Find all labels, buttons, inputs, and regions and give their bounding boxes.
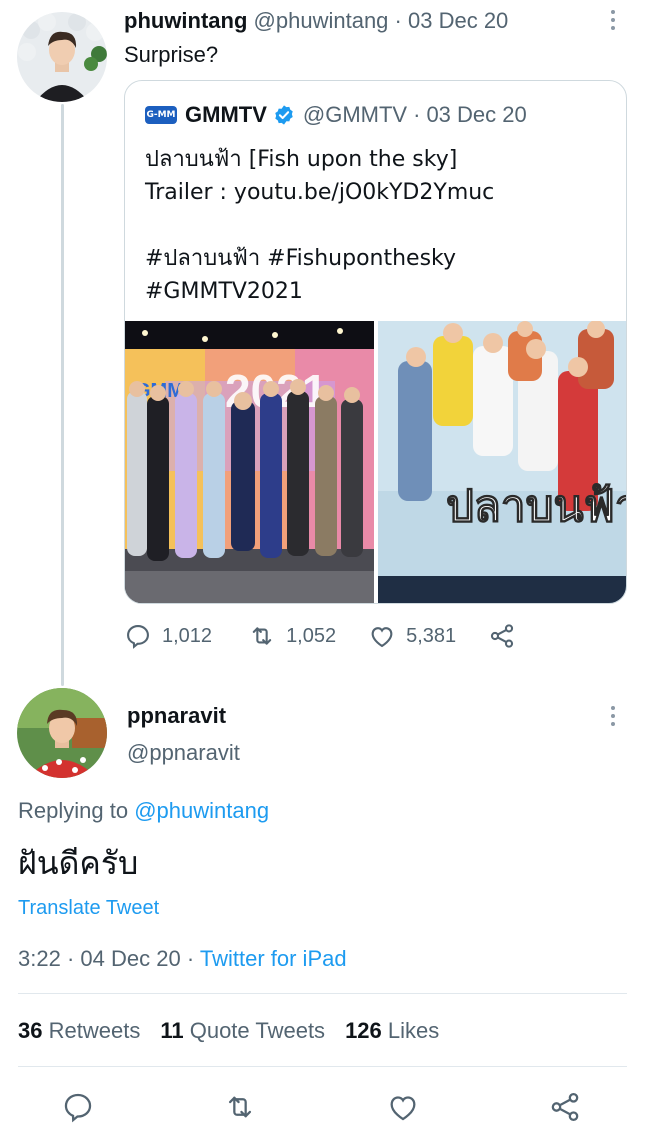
tweet2-stats: 36 Retweets 11 Quote Tweets 126 Likes bbox=[18, 1015, 439, 1047]
quote-body-text: ปลาบนฟ้า [Fish upon the sky] Trailer : y… bbox=[145, 147, 495, 304]
quote-media-poster[interactable]: ปลาบนฟ้า bbox=[378, 321, 627, 603]
share-action[interactable] bbox=[488, 622, 516, 650]
tweet1-separator: · bbox=[394, 8, 402, 33]
likes-stat[interactable]: 126 Likes bbox=[345, 1018, 439, 1043]
reply-button[interactable] bbox=[61, 1090, 95, 1124]
tweet1-date[interactable]: 03 Dec 20 bbox=[408, 8, 508, 33]
like-button[interactable] bbox=[386, 1090, 420, 1124]
tweet1-action-bar: 1,012 1,052 5,381 bbox=[124, 620, 516, 652]
retweet-icon bbox=[252, 627, 272, 645]
like-icon bbox=[371, 627, 393, 648]
tweet2-source[interactable]: Twitter for iPad bbox=[200, 946, 347, 971]
retweet-action[interactable]: 1,052 bbox=[248, 622, 336, 650]
tweet1-display-name[interactable]: phuwintang bbox=[124, 8, 247, 33]
quotes-label: Quote Tweets bbox=[189, 1018, 326, 1043]
more-icon[interactable] bbox=[603, 701, 623, 731]
reply-icon bbox=[64, 1093, 92, 1123]
poster-title-text: ปลาบนฟ้า bbox=[446, 481, 627, 532]
divider-bottom bbox=[18, 1066, 627, 1067]
replying-to-line: Replying to @phuwintang bbox=[18, 796, 269, 826]
quote-date[interactable]: 03 Dec 20 bbox=[426, 100, 526, 130]
reply-action[interactable]: 1,012 bbox=[124, 622, 212, 650]
divider-top bbox=[18, 993, 627, 994]
quote-header: G-MM GMMTV @GMMTV · 03 Dec 20 bbox=[145, 100, 527, 130]
likes-count: 126 bbox=[345, 1018, 382, 1043]
tweet2-text: ฝันดีครับ bbox=[18, 844, 139, 882]
tweet2-separator-2: · bbox=[186, 946, 195, 971]
quote-tweets-stat[interactable]: 11 Quote Tweets bbox=[160, 1018, 325, 1043]
more-icon[interactable] bbox=[603, 5, 623, 35]
tweet1-handle[interactable]: @phuwintang bbox=[254, 8, 389, 33]
replying-to-mention[interactable]: @phuwintang bbox=[134, 798, 269, 823]
tweet2-handle[interactable]: @ppnaravit bbox=[127, 738, 240, 768]
gmmtv-logo-avatar[interactable]: G-MM bbox=[145, 106, 177, 124]
avatar-phuwintang[interactable] bbox=[17, 12, 107, 102]
translate-tweet-link[interactable]: Translate Tweet bbox=[18, 894, 159, 922]
tweet2-action-bar bbox=[0, 1084, 647, 1125]
retweet-count: 1,052 bbox=[286, 624, 337, 647]
retweets-label: Retweets bbox=[48, 1018, 141, 1043]
share-icon bbox=[551, 1092, 579, 1122]
tweet2-time[interactable]: 3:22 bbox=[18, 946, 61, 971]
quoted-tweet-card[interactable]: G-MM GMMTV @GMMTV · 03 Dec 20 ปลาบนฟ้า [… bbox=[124, 80, 627, 604]
tweet2-date[interactable]: 04 Dec 20 bbox=[80, 946, 180, 971]
tweet1-header: phuwintang @phuwintang · 03 Dec 20 bbox=[124, 6, 508, 36]
quote-handle[interactable]: @GMMTV bbox=[303, 100, 407, 130]
likes-label: Likes bbox=[387, 1018, 440, 1043]
avatar-ppnaravit[interactable] bbox=[17, 688, 107, 778]
verified-icon bbox=[275, 105, 293, 125]
retweets-count: 36 bbox=[18, 1018, 43, 1043]
tweet1-text: Surprise? bbox=[124, 42, 219, 67]
like-action[interactable]: 5,381 bbox=[368, 622, 456, 650]
reply-count: 1,012 bbox=[162, 624, 213, 647]
retweets-stat[interactable]: 36 Retweets bbox=[18, 1018, 140, 1043]
thread-connector bbox=[61, 104, 64, 686]
quote-separator: · bbox=[413, 102, 421, 127]
quote-media-group-photo[interactable]: GMM 2021 bbox=[125, 321, 374, 603]
tweet2-display-name[interactable]: ppnaravit bbox=[127, 700, 226, 732]
tweet2-separator-1: · bbox=[66, 946, 75, 971]
replying-to-prefix: Replying to bbox=[18, 798, 129, 823]
like-icon bbox=[390, 1096, 416, 1121]
quotes-count: 11 bbox=[160, 1018, 184, 1043]
like-count: 5,381 bbox=[406, 624, 457, 647]
quote-display-name[interactable]: GMMTV bbox=[185, 100, 267, 130]
share-button[interactable] bbox=[548, 1090, 582, 1124]
share-icon bbox=[491, 624, 514, 648]
tweet2-meta: 3:22 · 04 Dec 20 · Twitter for iPad bbox=[18, 944, 347, 974]
retweet-button[interactable] bbox=[223, 1090, 257, 1124]
reply-icon bbox=[127, 625, 149, 649]
retweet-icon bbox=[228, 1096, 252, 1118]
